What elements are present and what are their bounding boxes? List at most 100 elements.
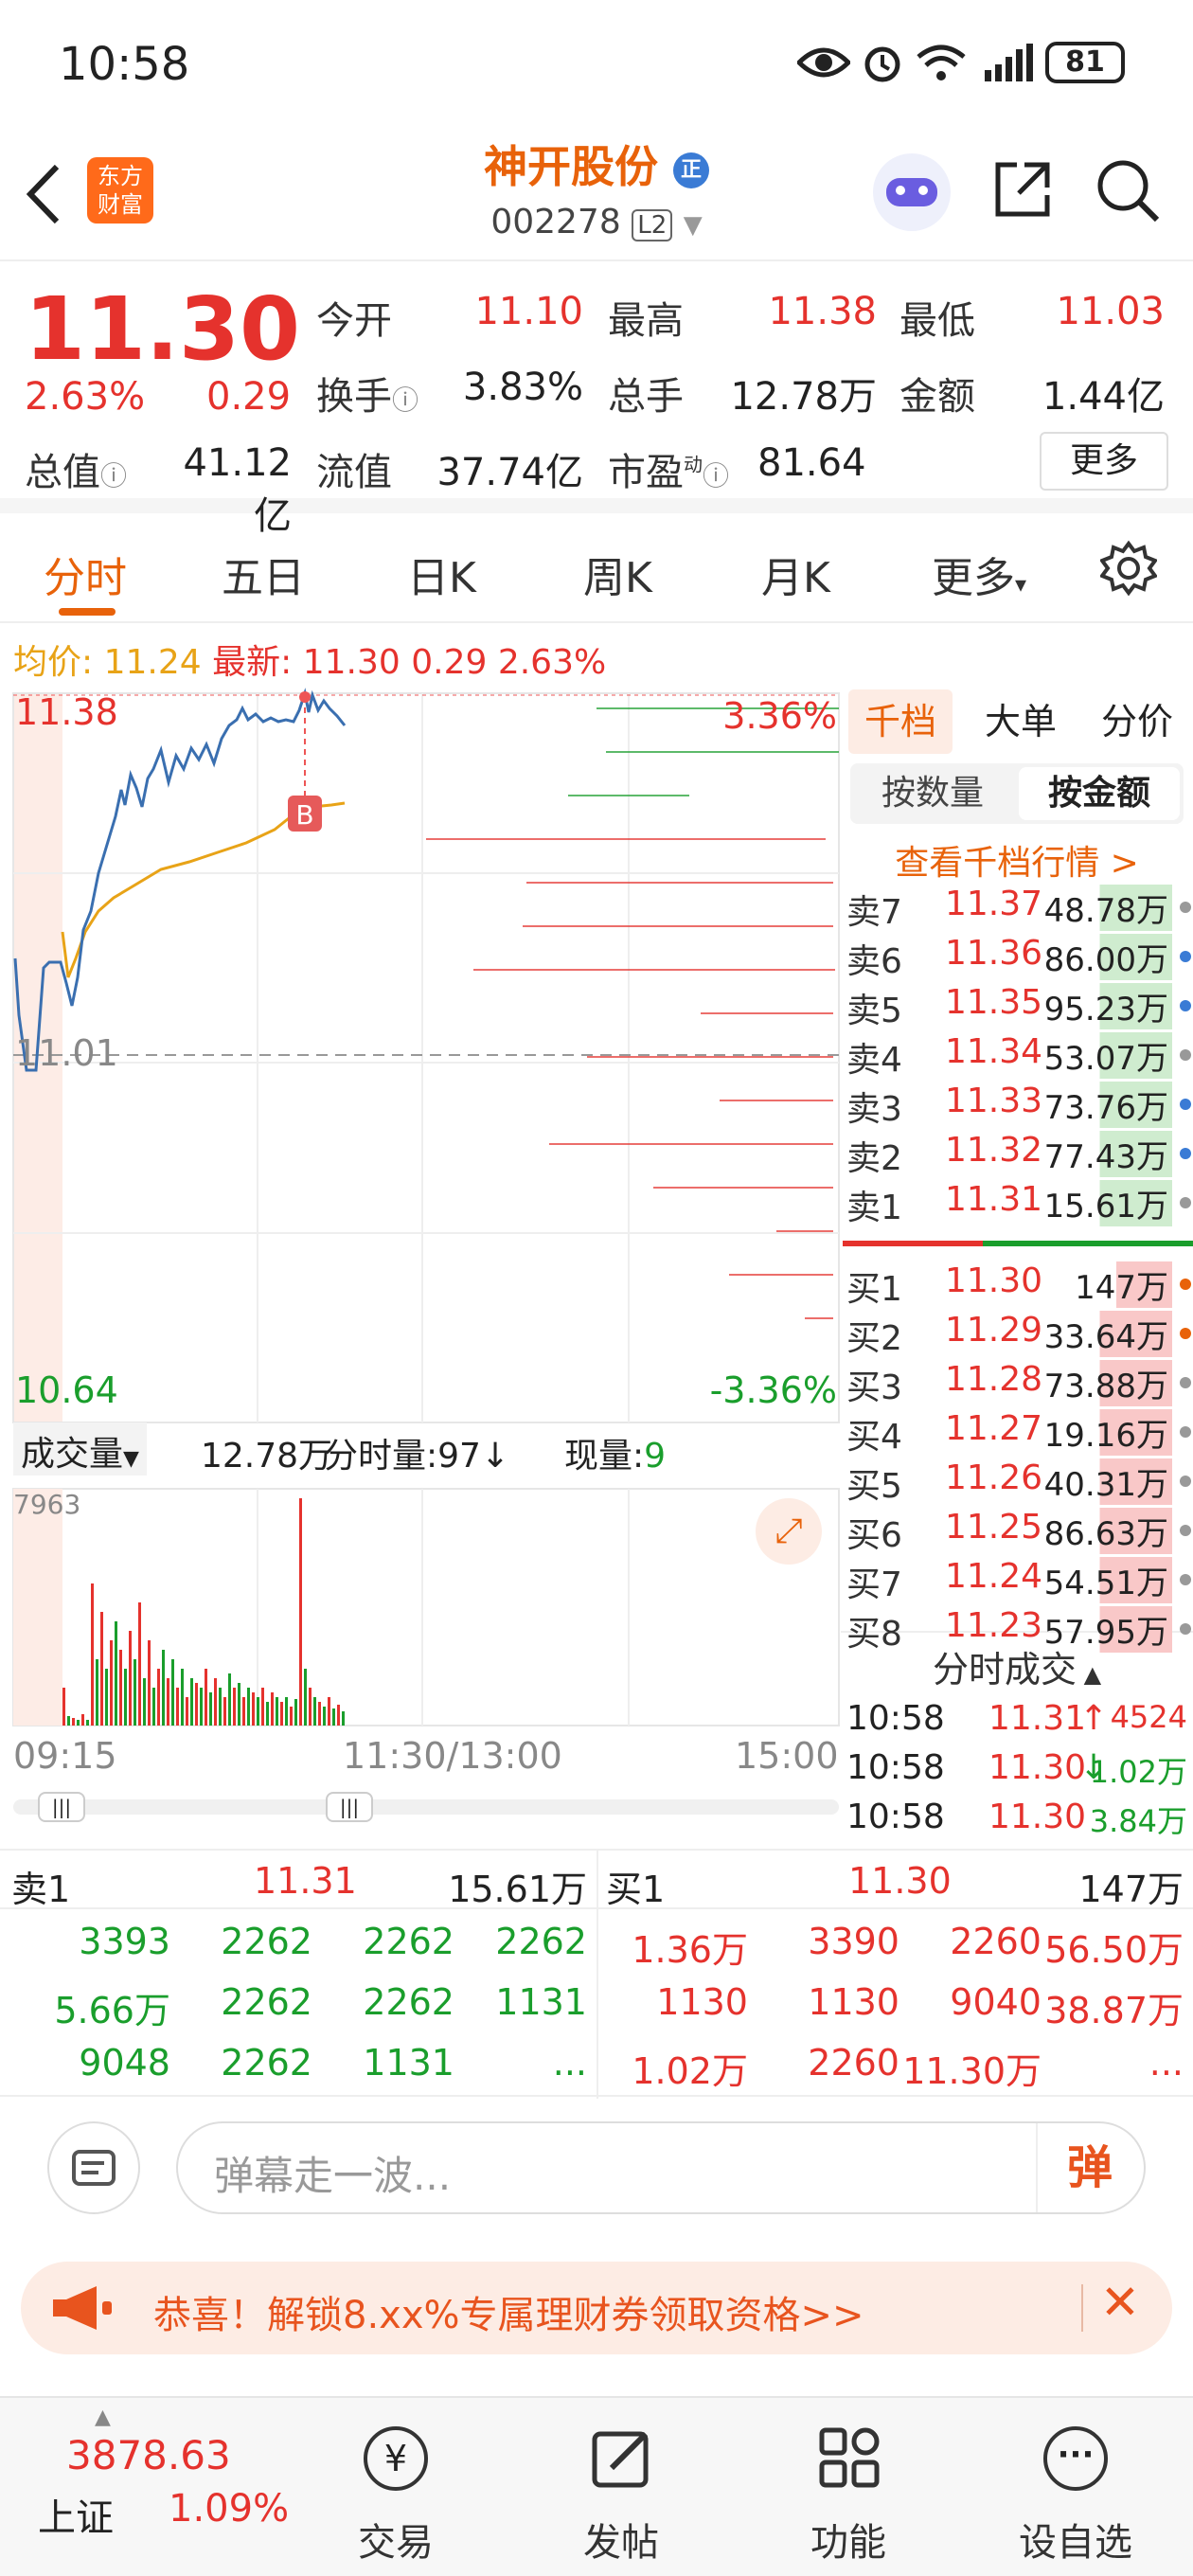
queue-sell-cell: 9048	[79, 2042, 170, 2084]
ask-row[interactable]: 卖5 11.35 95.23万	[841, 979, 1193, 1030]
level-price: 11.23	[945, 1606, 1043, 1645]
level-label: 买8	[846, 1615, 902, 1654]
danmu-send-button[interactable]: 弹	[1036, 2123, 1142, 2212]
ask-row[interactable]: 卖1 11.31 15.61万	[841, 1176, 1193, 1227]
bid-row[interactable]: 买5 11.26 40.31万	[841, 1455, 1193, 1506]
bid-row[interactable]: 买6 11.25 86.63万	[841, 1504, 1193, 1555]
level-dot-icon	[1180, 1574, 1191, 1585]
status-bar: 10:58 81	[0, 0, 1193, 133]
level-label: 买1	[846, 1270, 902, 1309]
tab-big-orders[interactable]: 大单	[973, 689, 1068, 754]
wifi-icon	[917, 45, 966, 80]
bid-row[interactable]: 买1 11.30 147万	[841, 1258, 1193, 1309]
level-label: 买5	[846, 1467, 902, 1506]
nav-post[interactable]: 发帖	[526, 2398, 716, 2576]
close-icon[interactable]: ✕	[1100, 2275, 1140, 2330]
level-volume: 40.31万	[1040, 1458, 1172, 1505]
volume-bar	[337, 1705, 340, 1726]
bid-row[interactable]: 买8 11.23 57.95万	[841, 1602, 1193, 1654]
volume-bar	[200, 1688, 203, 1726]
queue-sell-price: 11.31	[254, 1860, 357, 1902]
order-queue-table: 卖1 11.31 15.61万 买1 11.30 147万 3393 2262 22…	[0, 1849, 1193, 2099]
ask-row[interactable]: 卖6 11.36 86.00万	[841, 930, 1193, 981]
level-label: 买2	[846, 1319, 902, 1358]
tab-more[interactable]: 更多▾	[932, 544, 1026, 604]
tab-daily-k[interactable]: 日K	[407, 544, 476, 604]
danmu-settings-icon[interactable]	[47, 2121, 140, 2214]
nav-watchlist[interactable]: ··· 设自选	[981, 2398, 1170, 2576]
volume-bar	[294, 1699, 297, 1726]
level-dot-icon	[1180, 1049, 1191, 1061]
danmu-placeholder: 弹幕走一波...	[214, 2153, 452, 2199]
volume-bar	[181, 1669, 184, 1726]
view-thousand-levels-link[interactable]: 查看千档行情 >	[841, 835, 1193, 885]
ask-row[interactable]: 卖7 11.37 48.78万	[841, 881, 1193, 932]
intraday-chart[interactable]: B	[0, 684, 841, 1762]
high-value: 11.38	[768, 290, 877, 333]
level-volume: 147万	[1071, 1261, 1172, 1308]
nav-trade[interactable]: ¥ 交易	[301, 2398, 490, 2576]
ask-row[interactable]: 卖4 11.34 53.07万	[841, 1029, 1193, 1080]
level-volume: 86.63万	[1040, 1508, 1172, 1554]
level-price: 11.25	[945, 1508, 1043, 1547]
volume-bar	[205, 1669, 207, 1726]
volume-bar	[110, 1640, 113, 1726]
level-dot-icon	[1180, 1279, 1191, 1290]
volume-bar	[332, 1708, 335, 1726]
bid-row[interactable]: 买4 11.27 19.16万	[841, 1405, 1193, 1457]
ask-row[interactable]: 卖2 11.32 77.43万	[841, 1127, 1193, 1178]
mktcap-label: 总值ⓘ	[25, 451, 128, 494]
trade-icon: ¥	[364, 2426, 428, 2491]
volume-bar	[276, 1697, 278, 1726]
volume-bar	[242, 1697, 245, 1726]
search-icon[interactable]	[1095, 157, 1161, 224]
info-icon: ⓘ	[703, 460, 730, 492]
more-button[interactable]: 更多	[1040, 432, 1168, 491]
ask-row[interactable]: 卖3 11.33 73.76万	[841, 1078, 1193, 1129]
queue-buy-cell: 38.87万	[1044, 1990, 1184, 2031]
by-amount-option[interactable]: 按金额	[1019, 767, 1180, 820]
level-label: 卖4	[846, 1041, 902, 1080]
level-label: 卖7	[846, 893, 902, 932]
pct-axis-bottom: -3.36%	[709, 1369, 837, 1411]
robot-assistant-icon[interactable]	[873, 153, 951, 231]
queue-sell-cell: 2262	[221, 2042, 312, 2084]
index-quote[interactable]: ▲ 3878.63 上证 1.09%	[0, 2398, 289, 2576]
info-icon: ⓘ	[392, 385, 419, 416]
chevron-down-icon[interactable]: ▼	[684, 211, 703, 240]
volume-bar	[313, 1697, 316, 1726]
bid-row[interactable]: 买7 11.24 54.51万	[841, 1553, 1193, 1604]
tab-price-distribution[interactable]: 分价	[1085, 689, 1189, 754]
share-icon[interactable]	[990, 157, 1055, 222]
y-axis-top: 11.38	[15, 691, 118, 733]
gear-icon[interactable]	[1100, 540, 1157, 597]
range-handle-left[interactable]: |||	[38, 1792, 85, 1822]
bid-row[interactable]: 买2 11.29 33.64万	[841, 1307, 1193, 1358]
tab-monthly-k[interactable]: 月K	[761, 544, 830, 604]
promo-text: 恭喜！解锁8.xx%专属理财券领取资格>>	[153, 2294, 864, 2337]
bid-row[interactable]: 买3 11.28 73.88万	[841, 1356, 1193, 1407]
volume-total: 12.78万	[201, 1437, 333, 1476]
tab-five-day[interactable]: 五日	[222, 544, 305, 604]
promo-banner[interactable]: 恭喜！解锁8.xx%专属理财券领取资格>> ✕	[21, 2262, 1172, 2354]
volume-selector[interactable]: 成交量▼	[13, 1422, 147, 1476]
expand-icon[interactable]: ⤢	[756, 1498, 822, 1565]
depth-bars	[426, 707, 839, 1319]
grid-icon	[819, 2427, 880, 2488]
book-divider	[843, 1241, 1193, 1246]
pct-axis-top: 3.36%	[722, 695, 837, 737]
tab-intraday[interactable]: 分时	[44, 544, 127, 604]
range-handle-right[interactable]: |||	[326, 1792, 373, 1822]
nav-functions[interactable]: 功能	[754, 2398, 943, 2576]
time-range-track[interactable]	[13, 1799, 839, 1815]
volume-bar	[304, 1669, 307, 1726]
level-volume: 95.23万	[1040, 983, 1172, 1029]
amount-label: 金额	[899, 375, 975, 419]
tab-thousand-levels[interactable]: 千档	[848, 689, 953, 754]
price-line	[13, 688, 347, 1072]
tick-row: 10:58 11.30 3.84万	[846, 1798, 1187, 1839]
by-quantity-option[interactable]: 按数量	[850, 763, 1015, 824]
tab-weekly-k[interactable]: 周K	[583, 544, 652, 604]
queue-sell-cell: 1131	[495, 1981, 587, 2023]
level-dot-icon	[1180, 1623, 1191, 1635]
